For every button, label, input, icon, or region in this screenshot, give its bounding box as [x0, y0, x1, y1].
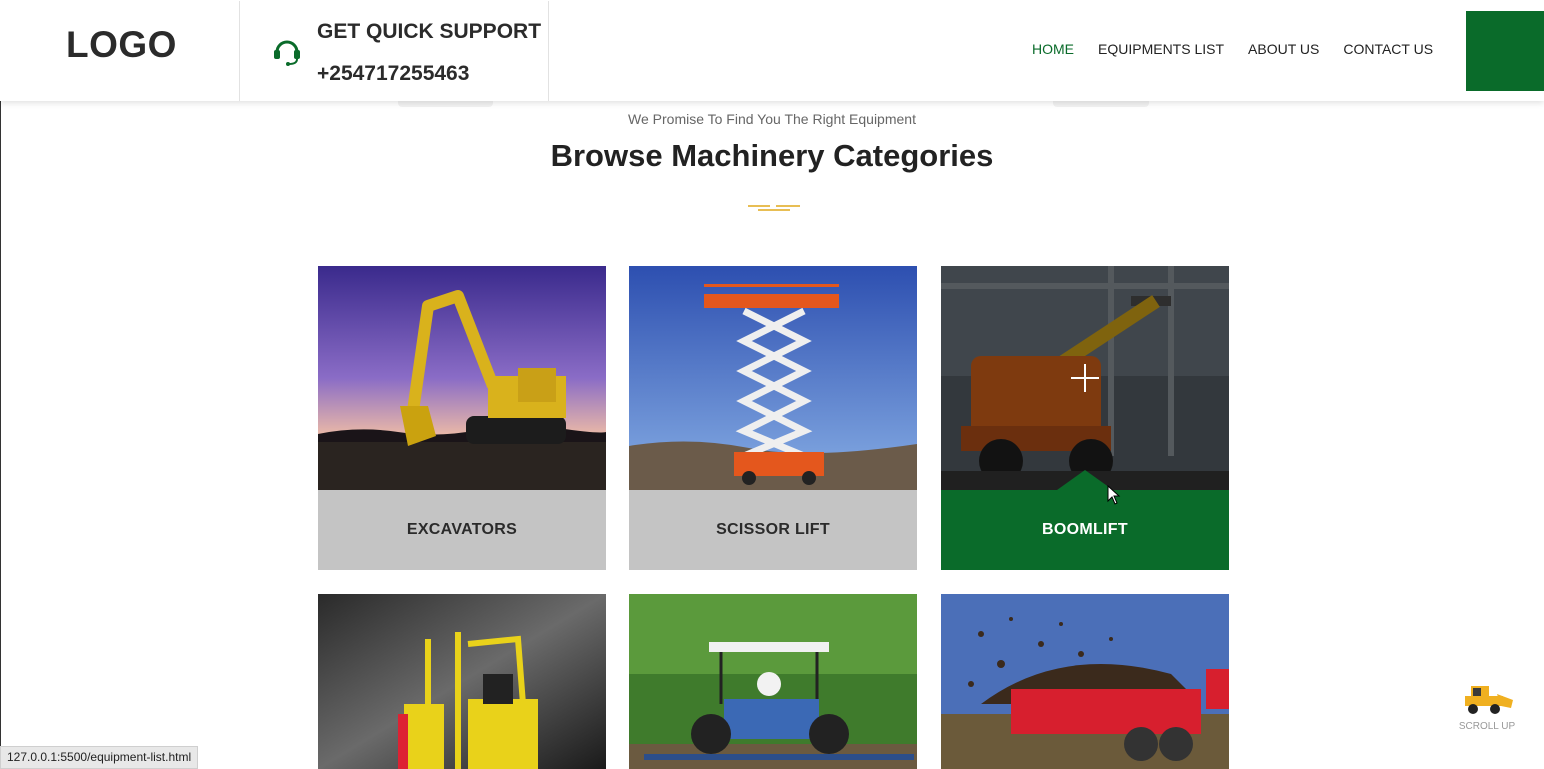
support-phone[interactable]: +254717255463	[317, 62, 469, 86]
header-divider	[548, 1, 549, 101]
browser-status-bar: 127.0.0.1:5500/equipment-list.html	[0, 746, 199, 769]
header-divider	[239, 1, 240, 101]
plus-icon[interactable]	[1071, 364, 1099, 392]
section-subtitle: We Promise To Find You The Right Equipme…	[628, 111, 916, 127]
headset-icon	[274, 40, 300, 66]
section-title: Browse Machinery Categories	[550, 138, 994, 173]
forklift-image	[318, 594, 606, 769]
boom-lift-image	[941, 266, 1229, 490]
excavator-image	[318, 266, 606, 490]
nav-about-us[interactable]: ABOUT US	[1248, 41, 1319, 57]
category-label: BOOMLIFT	[941, 470, 1229, 570]
nav-home[interactable]: HOME	[1032, 41, 1074, 57]
category-label: SCISSOR LIFT	[629, 490, 917, 570]
site-header: LOGO GET QUICK SUPPORT +254717255463 HOM…	[0, 0, 1544, 101]
nav-contact-us[interactable]: CONTACT US	[1343, 41, 1433, 57]
scroll-up-button[interactable]: SCROLL UP	[1452, 680, 1522, 732]
scroll-up-label: SCROLL UP	[1458, 721, 1516, 732]
category-label: EXCAVATORS	[318, 490, 606, 570]
tractor-image	[629, 594, 917, 769]
support-title: GET QUICK SUPPORT	[317, 20, 542, 43]
site-logo[interactable]: LOGO	[66, 24, 177, 66]
mouse-cursor-icon	[1107, 485, 1121, 505]
title-underline-ornament	[748, 205, 800, 211]
spreader-image	[941, 594, 1229, 769]
nav-equipments-list[interactable]: EQUIPMENTS LIST	[1098, 41, 1224, 57]
scissor-lift-image	[629, 266, 917, 490]
category-card-tractor[interactable]	[629, 594, 917, 769]
main-nav: HOME EQUIPMENTS LIST ABOUT US CONTACT US	[1032, 41, 1433, 57]
category-card-forklift[interactable]	[318, 594, 606, 769]
header-cta-button[interactable]	[1466, 11, 1544, 91]
category-card-scissor-lift[interactable]: SCISSOR LIFT	[629, 266, 917, 570]
category-card-boomlift[interactable]: BOOMLIFT	[941, 266, 1229, 570]
category-card-excavators[interactable]: EXCAVATORS	[318, 266, 606, 570]
category-card-spreader[interactable]	[941, 594, 1229, 769]
loader-icon	[1465, 686, 1513, 714]
